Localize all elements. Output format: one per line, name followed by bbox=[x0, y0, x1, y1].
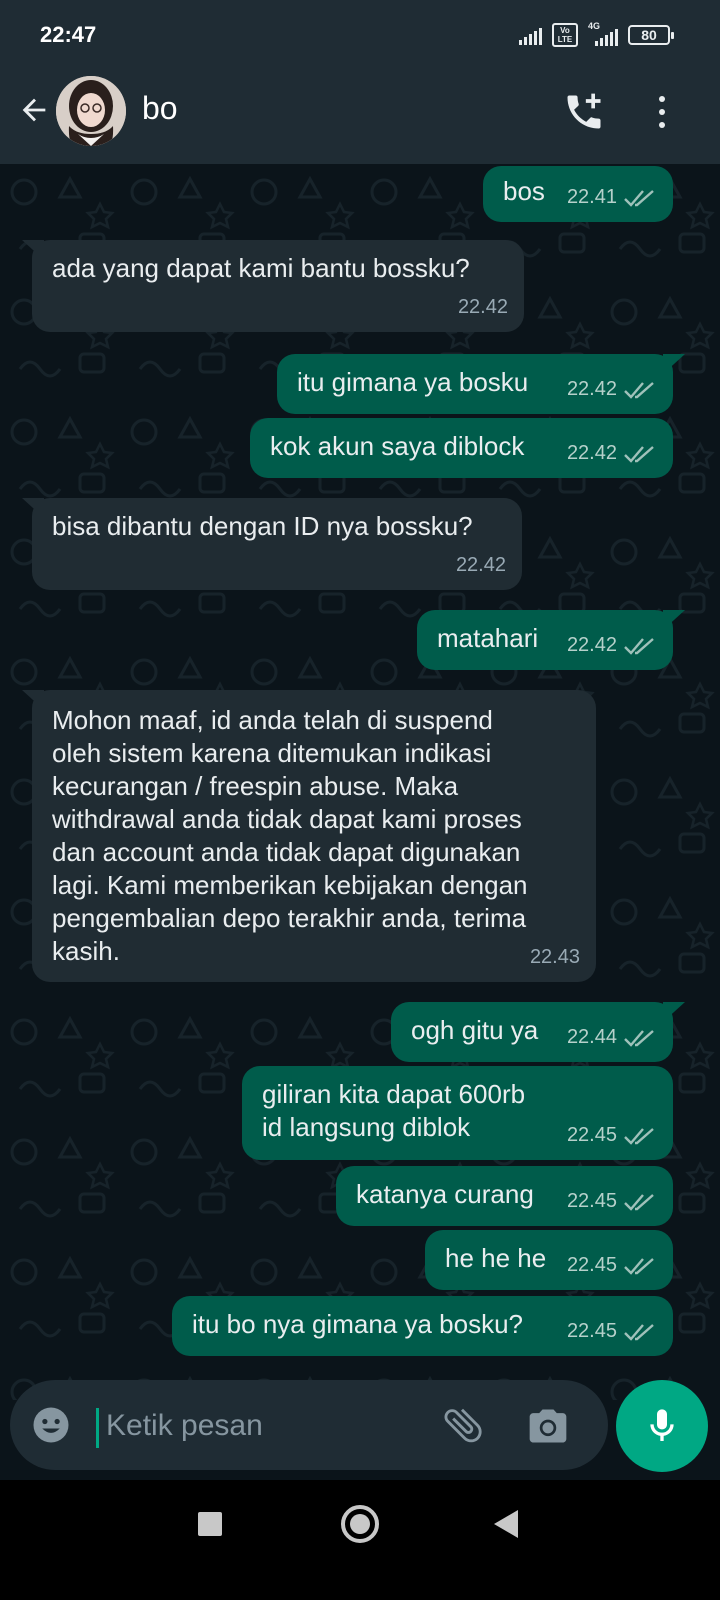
message-bubble-outgoing[interactable]: bos 22.41 bbox=[483, 166, 673, 222]
bubble-tail bbox=[22, 690, 44, 710]
message-bubble-outgoing[interactable]: itu gimana ya bosku 22.42 bbox=[277, 354, 685, 414]
back-arrow-icon bbox=[22, 98, 46, 122]
read-ticks-icon bbox=[624, 1323, 654, 1341]
read-ticks-icon bbox=[624, 1029, 654, 1047]
message-bubble-incoming[interactable]: Mohon maaf, id anda telah di suspend ole… bbox=[22, 690, 596, 982]
message-text: ogh gitu ya bbox=[411, 1015, 539, 1045]
bubble-tail bbox=[663, 610, 685, 630]
back-icon[interactable] bbox=[494, 1510, 518, 1538]
message-text: kok akun saya diblock bbox=[270, 431, 525, 461]
add-call-icon bbox=[567, 93, 601, 129]
message-bubble-outgoing[interactable]: ogh gitu ya 22.44 bbox=[391, 1002, 685, 1062]
read-ticks-icon bbox=[624, 445, 654, 463]
back-button[interactable] bbox=[14, 90, 54, 130]
message-text: he he he bbox=[445, 1243, 547, 1273]
signal-icon bbox=[519, 25, 542, 45]
add-call-button[interactable] bbox=[560, 88, 608, 136]
message-text: matahari bbox=[437, 623, 539, 653]
contact-name[interactable]: bo bbox=[142, 90, 178, 127]
read-ticks-icon bbox=[624, 637, 654, 655]
message-text: giliran kita dapat 600rb id langsung dib… bbox=[262, 1079, 526, 1142]
message-time: 22.42 bbox=[457, 296, 508, 318]
chat-area[interactable]: bos 22.41 ada yang dapat kami bantu boss… bbox=[0, 164, 720, 1400]
message-time: 22.44 bbox=[566, 1026, 617, 1048]
message-time: 22.43 bbox=[529, 946, 580, 968]
message-time: 22.42 bbox=[455, 554, 506, 576]
message-time: 22.42 bbox=[566, 634, 617, 656]
avatar[interactable] bbox=[56, 76, 126, 146]
status-time: 22:47 bbox=[40, 22, 97, 47]
message-bubble-outgoing[interactable]: katanya curang 22.45 bbox=[336, 1166, 673, 1226]
message-input[interactable] bbox=[106, 1402, 406, 1450]
message-bubble-incoming[interactable]: ada yang dapat kami bantu bossku? 22.42 bbox=[22, 240, 524, 332]
more-options-button[interactable] bbox=[650, 88, 674, 136]
message-time: 22.41 bbox=[566, 186, 617, 208]
battery-icon: 80 bbox=[628, 25, 674, 45]
message-bubble-outgoing[interactable]: itu bo nya gimana ya bosku? 22.45 bbox=[172, 1296, 673, 1356]
message-text: itu gimana ya bosku bbox=[297, 367, 529, 397]
message-input-box[interactable] bbox=[10, 1380, 608, 1470]
read-ticks-icon bbox=[624, 1257, 654, 1275]
message-time: 22.42 bbox=[566, 378, 617, 400]
mic-icon bbox=[650, 1409, 674, 1441]
message-time: 22.45 bbox=[566, 1254, 617, 1276]
message-bubble-outgoing[interactable]: matahari 22.42 bbox=[417, 610, 685, 670]
read-ticks-icon bbox=[624, 1127, 654, 1145]
message-time: 22.42 bbox=[566, 442, 617, 464]
status-bar: 22:47 Vo LTE 4G 80 bbox=[0, 0, 720, 68]
text-cursor bbox=[96, 1408, 99, 1448]
camera-icon[interactable] bbox=[526, 1404, 570, 1448]
status-icons: Vo LTE 4G 80 bbox=[519, 21, 674, 48]
message-text: Mohon maaf, id anda telah di suspend ole… bbox=[52, 705, 528, 966]
voice-record-button[interactable] bbox=[616, 1380, 708, 1472]
system-nav-bar bbox=[0, 1480, 720, 1600]
bubble-tail bbox=[22, 240, 44, 260]
more-vert-icon bbox=[659, 96, 665, 102]
message-text: katanya curang bbox=[356, 1179, 534, 1209]
message-text: bisa dibantu dengan ID nya bossku? bbox=[52, 511, 473, 541]
bubble-tail bbox=[663, 1002, 685, 1022]
4g-signal-icon: 4G bbox=[588, 21, 618, 46]
bubble-tail bbox=[22, 498, 44, 518]
message-text: bos bbox=[503, 176, 545, 206]
emoji-icon[interactable] bbox=[30, 1404, 72, 1446]
message-text: itu bo nya gimana ya bosku? bbox=[192, 1309, 523, 1339]
recents-icon[interactable] bbox=[198, 1512, 222, 1536]
message-time: 22.45 bbox=[566, 1124, 617, 1146]
read-ticks-icon bbox=[624, 381, 654, 399]
home-icon[interactable] bbox=[341, 1505, 379, 1543]
message-time: 22.45 bbox=[566, 1320, 617, 1342]
message-bubble-incoming[interactable]: bisa dibantu dengan ID nya bossku? 22.42 bbox=[22, 498, 522, 590]
read-ticks-icon bbox=[624, 1193, 654, 1211]
read-ticks-icon bbox=[624, 189, 654, 207]
bubble-tail bbox=[663, 354, 685, 374]
attach-icon[interactable] bbox=[440, 1402, 486, 1448]
message-bubble-outgoing[interactable]: kok akun saya diblock 22.42 bbox=[250, 418, 673, 478]
message-time: 22.45 bbox=[566, 1190, 617, 1212]
message-bubble-outgoing[interactable]: he he he 22.45 bbox=[425, 1230, 673, 1290]
message-bubble-outgoing[interactable]: giliran kita dapat 600rb id langsung dib… bbox=[242, 1066, 673, 1160]
volte-icon: Vo LTE bbox=[552, 23, 578, 47]
composer-bar bbox=[0, 1372, 720, 1480]
message-text: ada yang dapat kami bantu bossku? bbox=[52, 253, 470, 283]
chat-header: bo bbox=[0, 68, 720, 164]
